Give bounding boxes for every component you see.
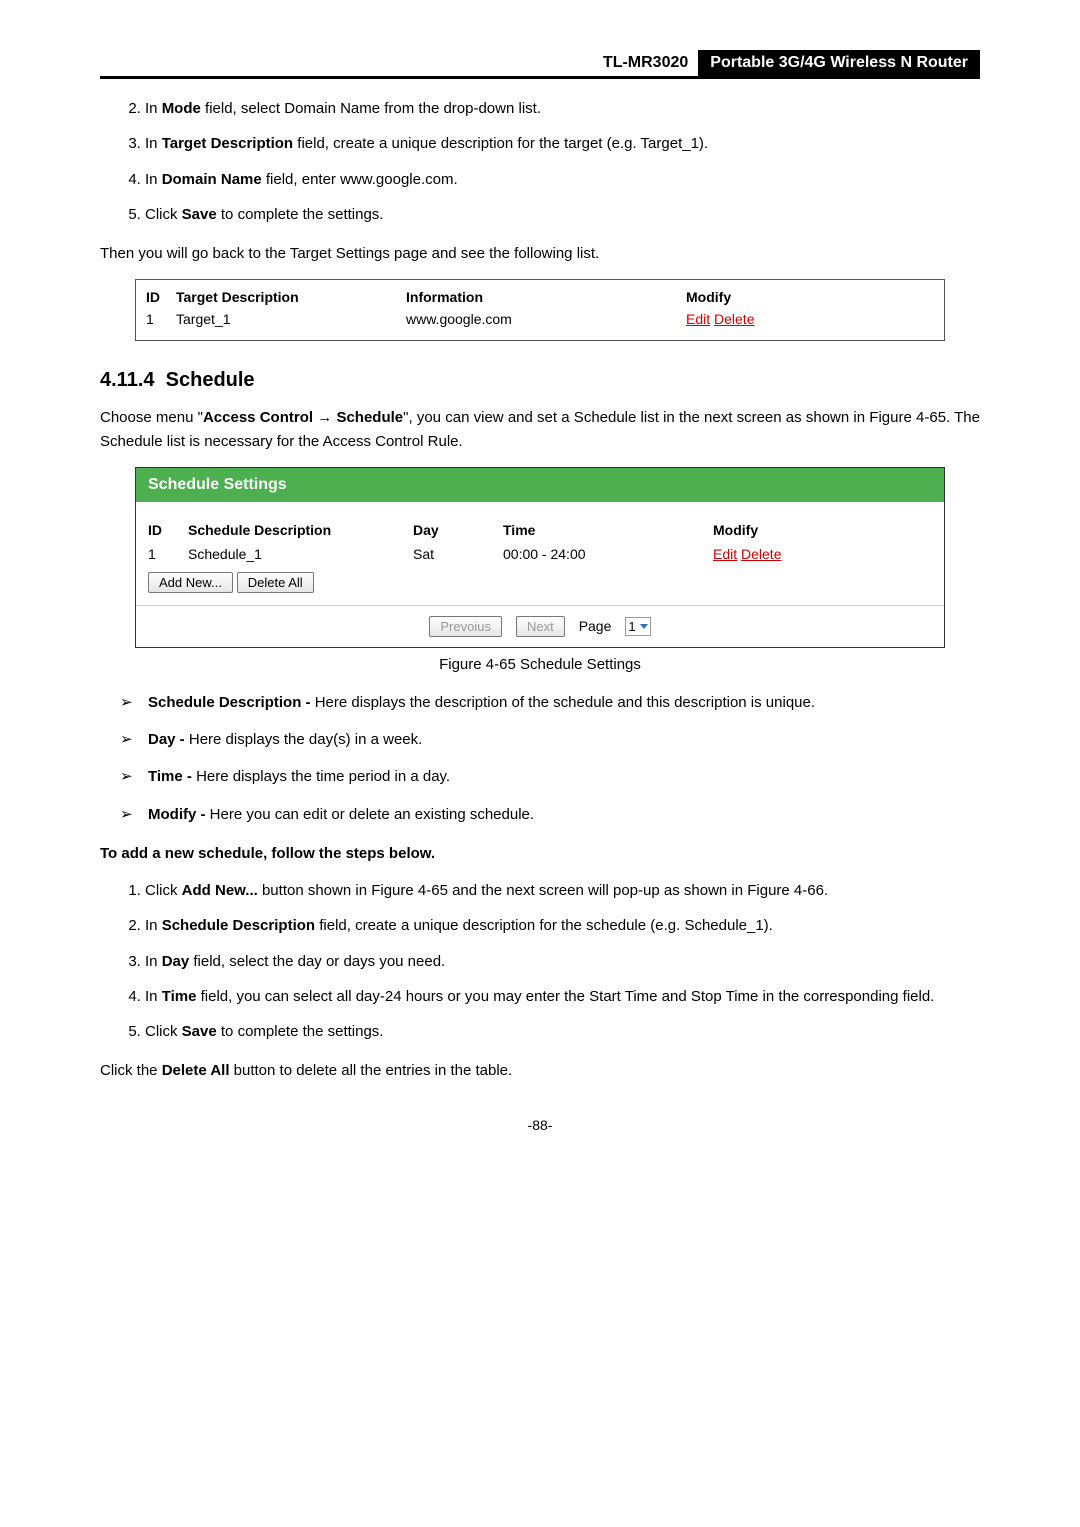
table-header-row: ID Target Description Information Modify: [146, 286, 934, 308]
then-line: Then you will go back to the Target Sett…: [100, 242, 980, 265]
bullet-list: Schedule Description - Here displays the…: [120, 691, 980, 826]
list-item: Modify - Here you can edit or delete an …: [120, 803, 980, 826]
th-schedule-description: Schedule Description: [188, 522, 413, 538]
th-id: ID: [148, 522, 188, 538]
section-number: 4.11.4: [100, 369, 155, 391]
page-number: -88-: [100, 1117, 980, 1133]
edit-link[interactable]: Edit: [686, 311, 710, 327]
td-information: www.google.com: [406, 311, 686, 327]
delete-all-button[interactable]: Delete All: [237, 572, 314, 593]
bottom-steps-list: Click Add New... button shown in Figure …: [145, 879, 980, 1043]
list-item: In Mode field, select Domain Name from t…: [145, 97, 980, 120]
list-item: Click Save to complete the settings.: [145, 203, 980, 226]
td-id: 1: [148, 546, 188, 562]
table-actions: Add New... Delete All: [148, 572, 932, 593]
th-time: Time: [503, 522, 713, 538]
delete-all-line: Click the Delete All button to delete al…: [100, 1059, 980, 1082]
th-modify: Modify: [686, 289, 826, 305]
add-new-button[interactable]: Add New...: [148, 572, 233, 593]
header-title: Portable 3G/4G Wireless N Router: [698, 50, 980, 76]
page-header: TL-MR3020 Portable 3G/4G Wireless N Rout…: [100, 50, 980, 79]
edit-link[interactable]: Edit: [713, 546, 737, 562]
td-schedule-description: Schedule_1: [188, 546, 413, 562]
list-item: In Schedule Description field, create a …: [145, 914, 980, 937]
table-row: 1 Target_1 www.google.com Edit Delete: [146, 308, 934, 330]
steps-heading: To add a new schedule, follow the steps …: [100, 842, 980, 865]
list-item: Click Save to complete the settings.: [145, 1020, 980, 1043]
figure-caption: Figure 4-65 Schedule Settings: [100, 656, 980, 673]
document-page: TL-MR3020 Portable 3G/4G Wireless N Rout…: [0, 0, 1080, 1173]
next-button[interactable]: Next: [516, 616, 565, 637]
target-settings-table: ID Target Description Information Modify…: [135, 279, 945, 341]
td-modify: Edit Delete: [713, 546, 853, 562]
page-select[interactable]: 1: [625, 617, 650, 636]
chevron-down-icon: [640, 624, 648, 629]
previous-button[interactable]: Prevoius: [429, 616, 502, 637]
table-header-row: ID Schedule Description Day Time Modify: [148, 518, 932, 542]
list-item: Click Add New... button shown in Figure …: [145, 879, 980, 902]
td-modify: Edit Delete: [686, 311, 826, 327]
list-item: Schedule Description - Here displays the…: [120, 691, 980, 714]
header-model: TL-MR3020: [593, 50, 698, 76]
delete-link[interactable]: Delete: [741, 546, 781, 562]
list-item: In Target Description field, create a un…: [145, 132, 980, 155]
list-item: Time - Here displays the time period in …: [120, 765, 980, 788]
section-title: Schedule: [166, 369, 255, 391]
th-target-description: Target Description: [176, 289, 406, 305]
td-time: 00:00 - 24:00: [503, 546, 713, 562]
th-day: Day: [413, 522, 503, 538]
table-row: 1 Schedule_1 Sat 00:00 - 24:00 Edit Dele…: [148, 542, 932, 566]
section-heading: 4.11.4 Schedule: [100, 369, 980, 392]
th-information: Information: [406, 289, 686, 305]
th-id: ID: [146, 289, 176, 305]
list-item: In Day field, select the day or days you…: [145, 950, 980, 973]
top-steps-list: In Mode field, select Domain Name from t…: [145, 97, 980, 226]
th-modify: Modify: [713, 522, 853, 538]
list-item: In Domain Name field, enter www.google.c…: [145, 168, 980, 191]
panel-body: ID Schedule Description Day Time Modify …: [136, 504, 944, 605]
td-target-description: Target_1: [176, 311, 406, 327]
intro-paragraph: Choose menu "Access Control → Schedule",…: [100, 406, 980, 453]
page-select-value: 1: [628, 619, 635, 634]
schedule-settings-panel: Schedule Settings ID Schedule Descriptio…: [135, 467, 945, 648]
list-item: Day - Here displays the day(s) in a week…: [120, 728, 980, 751]
page-label: Page: [579, 618, 612, 634]
td-id: 1: [146, 311, 176, 327]
panel-footer: Prevoius Next Page 1: [136, 605, 944, 647]
panel-title: Schedule Settings: [136, 468, 944, 504]
list-item: In Time field, you can select all day-24…: [145, 985, 980, 1008]
td-day: Sat: [413, 546, 503, 562]
delete-link[interactable]: Delete: [714, 311, 754, 327]
